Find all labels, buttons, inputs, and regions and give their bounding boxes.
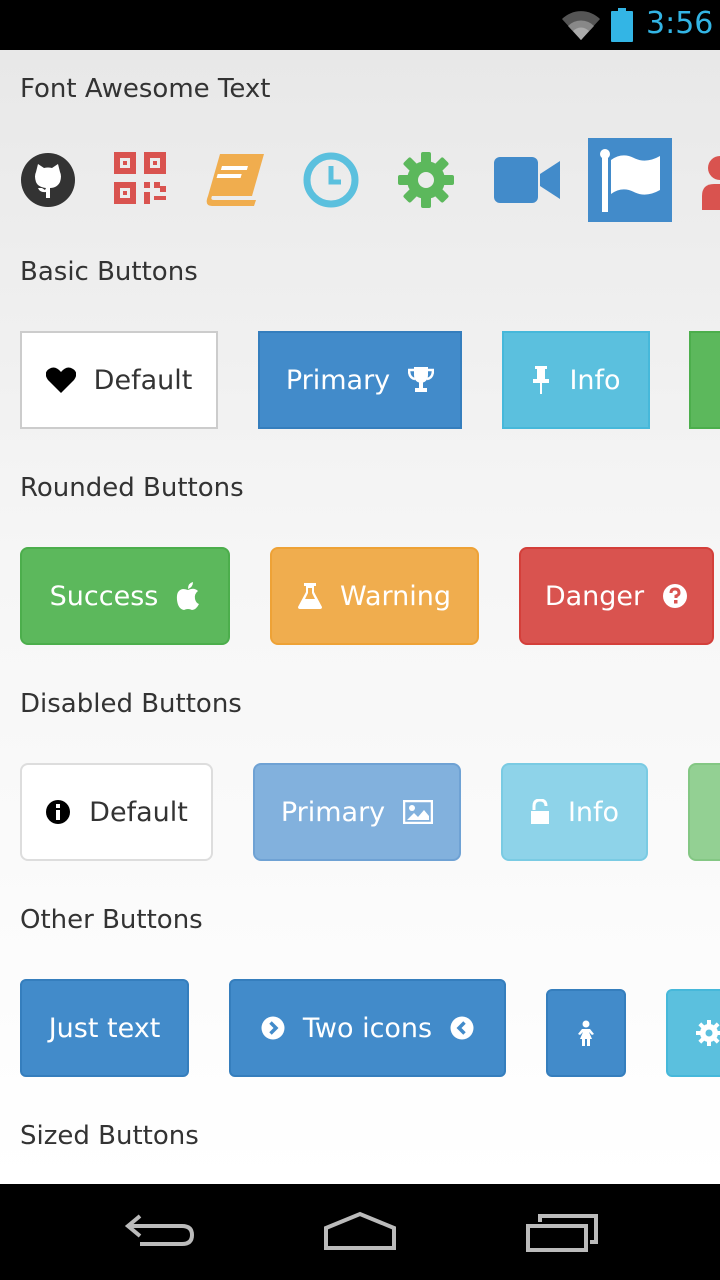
chevron-circle-right-icon <box>261 1016 285 1040</box>
section-title-rounded-buttons: Rounded Buttons <box>20 473 244 503</box>
info-circle-icon <box>45 799 71 825</box>
heart-icon <box>45 367 76 393</box>
thumb-tack-icon <box>531 366 551 394</box>
navigation-bar <box>0 1184 720 1280</box>
github-icon <box>20 152 76 208</box>
gear-icon <box>398 152 454 208</box>
basic-default-label: Default <box>93 364 193 396</box>
video-camera-icon <box>494 157 560 203</box>
trophy-icon <box>408 367 435 393</box>
disabled-primary-button[interactable]: Primary <box>253 763 461 861</box>
back-icon[interactable] <box>124 1212 196 1257</box>
basic-success-button[interactable] <box>689 331 720 429</box>
wifi-icon <box>560 8 602 42</box>
just-text-label: Just text <box>48 1012 161 1044</box>
basic-info-label: Info <box>569 364 621 396</box>
rounded-warning-label: Warning <box>339 580 451 612</box>
disabled-success-button[interactable] <box>688 763 720 861</box>
rounded-success-label: Success <box>49 580 159 612</box>
female-icon <box>577 1020 595 1046</box>
rounded-danger-button[interactable]: Danger <box>519 547 714 645</box>
flag-icon <box>588 138 672 222</box>
battery-icon <box>610 8 634 42</box>
qrcode-icon <box>114 152 166 204</box>
book-icon <box>204 152 266 208</box>
unlock-icon <box>530 799 550 825</box>
rounded-success-button[interactable]: Success <box>20 547 230 645</box>
recent-apps-icon[interactable] <box>524 1214 600 1259</box>
two-icons-label: Two icons <box>302 1012 433 1044</box>
disabled-default-button[interactable]: Default <box>20 763 213 861</box>
gear-icon <box>696 1020 720 1046</box>
just-text-button[interactable]: Just text <box>20 979 189 1077</box>
picture-icon <box>403 800 434 824</box>
home-icon[interactable] <box>320 1210 400 1259</box>
disabled-default-label: Default <box>89 796 188 828</box>
gear-icon-button[interactable] <box>666 989 720 1077</box>
section-title-sized-buttons: Sized Buttons <box>20 1121 199 1151</box>
section-title-basic-buttons: Basic Buttons <box>20 257 198 287</box>
disabled-info-label: Info <box>567 796 620 828</box>
female-icon-button[interactable] <box>546 989 626 1077</box>
flask-icon <box>297 583 322 609</box>
two-icons-button[interactable]: Two icons <box>229 979 506 1077</box>
status-bar: 3:56 <box>0 0 720 50</box>
basic-default-button[interactable]: Default <box>20 331 218 429</box>
apple-icon <box>176 582 200 610</box>
status-time: 3:56 <box>646 6 714 41</box>
rounded-warning-button[interactable]: Warning <box>270 547 479 645</box>
clock-icon <box>303 152 359 208</box>
user-icon <box>700 154 720 210</box>
chevron-circle-left-icon <box>450 1016 474 1040</box>
basic-primary-label: Primary <box>285 364 391 396</box>
section-title-disabled-buttons: Disabled Buttons <box>20 689 242 719</box>
basic-primary-button[interactable]: Primary <box>258 331 462 429</box>
rounded-danger-label: Danger <box>544 580 645 612</box>
disabled-info-button[interactable]: Info <box>501 763 648 861</box>
section-title-font-awesome: Font Awesome Text <box>20 74 271 104</box>
disabled-primary-label: Primary <box>280 796 386 828</box>
content-scroll-area[interactable]: Font Awesome Text Basic Buttons Default … <box>0 50 720 1184</box>
section-title-other-buttons: Other Buttons <box>20 905 203 935</box>
question-circle-icon <box>662 583 688 609</box>
basic-info-button[interactable]: Info <box>502 331 650 429</box>
